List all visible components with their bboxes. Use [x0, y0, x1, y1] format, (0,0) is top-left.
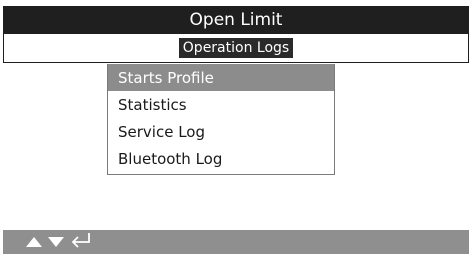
footer-nav-bar	[3, 230, 469, 254]
menu-header-bar: Operation Logs	[3, 33, 469, 63]
content-area: Starts Profile Statistics Service Log Bl…	[3, 63, 469, 230]
arrow-up-icon[interactable]	[25, 233, 43, 252]
arrow-down-icon[interactable]	[47, 233, 65, 252]
menu-item-service-log[interactable]: Service Log	[108, 118, 334, 145]
menu-item-label: Service Log	[118, 122, 205, 141]
menu-item-label: Statistics	[118, 95, 187, 114]
menu-list: Starts Profile Statistics Service Log Bl…	[107, 64, 335, 175]
menu-item-bluetooth-log[interactable]: Bluetooth Log	[108, 145, 334, 172]
menu-header-title: Operation Logs	[178, 38, 294, 58]
menu-item-starts-profile[interactable]: Starts Profile	[108, 64, 334, 91]
menu-item-label: Starts Profile	[118, 68, 214, 87]
enter-return-icon[interactable]	[69, 231, 93, 253]
status-title: Open Limit	[189, 9, 283, 30]
menu-item-label: Bluetooth Log	[118, 149, 223, 168]
menu-item-statistics[interactable]: Statistics	[108, 91, 334, 118]
display-screen: Open Limit Operation Logs Starts Profile…	[3, 6, 469, 254]
status-bar: Open Limit	[3, 6, 469, 33]
